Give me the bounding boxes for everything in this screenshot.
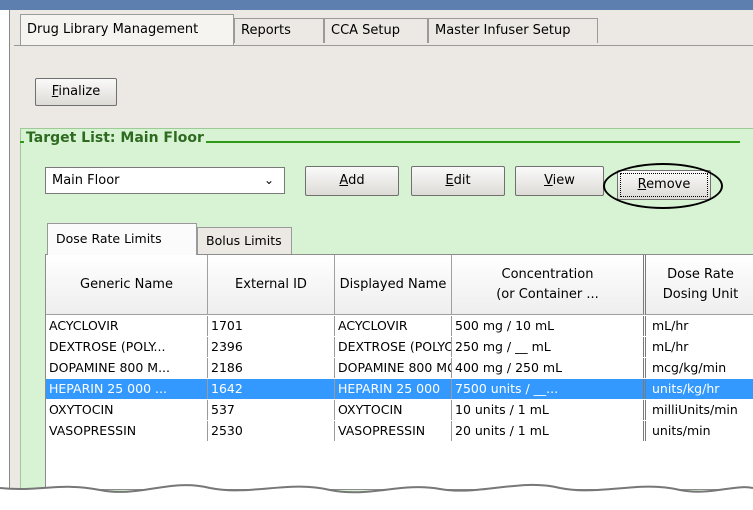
tab-master-infuser-setup[interactable]: Master Infuser Setup bbox=[428, 18, 598, 43]
table-row[interactable]: DEXTROSE (POLY... 2396 DEXTROSE (POLYO 250 … bbox=[46, 337, 753, 357]
drug-table: Generic Name External ID Displayed Name … bbox=[45, 254, 753, 490]
cell-external-id: 1642 bbox=[208, 379, 335, 399]
cell-concentration: 10 units / 1 mL bbox=[452, 400, 646, 420]
add-button-label: Add bbox=[339, 173, 365, 188]
cell-generic-name: DEXTROSE (POLY... bbox=[46, 337, 208, 357]
target-list-select-value: Main Floor bbox=[52, 173, 120, 188]
tab-bolus-limits[interactable]: Bolus Limits bbox=[197, 227, 292, 254]
cell-concentration: 400 mg / 250 mL bbox=[452, 358, 646, 378]
cell-dose-rate-unit: mcg/kg/min bbox=[649, 358, 753, 378]
cell-displayed-name: ACYCLOVIR bbox=[335, 316, 452, 336]
view-button[interactable]: View bbox=[515, 166, 604, 196]
cell-dose-rate-unit: units/min bbox=[649, 421, 753, 441]
edit-button[interactable]: Edit bbox=[411, 166, 505, 196]
table-row[interactable]: HEPARIN 25 000 ... 1642 HEPARIN 25 000 7500… bbox=[46, 379, 753, 399]
cell-concentration: 20 units / 1 mL bbox=[452, 421, 646, 441]
cell-displayed-name: DOPAMINE 800 MG bbox=[335, 358, 452, 378]
cell-generic-name: ACYCLOVIR bbox=[46, 316, 208, 336]
cell-generic-name: VASOPRESSIN bbox=[46, 421, 208, 441]
cell-dose-rate-unit: units/kg/hr bbox=[649, 379, 753, 399]
target-list-select[interactable]: Main Floor ⌄ bbox=[45, 167, 285, 194]
window-top-edge bbox=[0, 0, 753, 10]
cell-displayed-name: DEXTROSE (POLYO bbox=[335, 337, 452, 357]
cell-generic-name: HEPARIN 25 000 ... bbox=[46, 379, 208, 399]
view-button-label: View bbox=[544, 173, 575, 188]
column-header-external-id[interactable]: External ID bbox=[208, 255, 335, 315]
table-row[interactable]: VASOPRESSIN 2530 VASOPRESSIN 20 units / 1 m… bbox=[46, 421, 753, 441]
cell-dose-rate-unit: mL/hr bbox=[649, 316, 753, 336]
cell-concentration: 7500 units / __... bbox=[452, 379, 646, 399]
column-header-displayed-name[interactable]: Displayed Name bbox=[335, 255, 452, 315]
finalize-button-label: Finalize bbox=[51, 84, 101, 99]
tab-cca-setup[interactable]: CCA Setup bbox=[324, 18, 428, 43]
cell-generic-name: OXYTOCIN bbox=[46, 400, 208, 420]
cell-displayed-name: HEPARIN 25 000 bbox=[335, 379, 452, 399]
highlight-ellipse bbox=[603, 163, 723, 209]
cell-dose-rate-unit: mL/hr bbox=[649, 337, 753, 357]
cell-concentration: 250 mg / __ mL bbox=[452, 337, 646, 357]
column-header-dose-rate-unit[interactable]: Dose Rate Dosing Unit bbox=[646, 255, 753, 315]
table-row[interactable]: OXYTOCIN 537 OXYTOCIN 10 units / 1 mL milliU… bbox=[46, 400, 753, 420]
tab-divider bbox=[14, 45, 753, 46]
edit-button-label: Edit bbox=[445, 173, 471, 188]
chevron-down-icon: ⌄ bbox=[263, 173, 274, 187]
table-row[interactable]: DOPAMINE 800 M... 2186 DOPAMINE 800 MG 400 … bbox=[46, 358, 753, 378]
cell-concentration: 500 mg / 10 mL bbox=[452, 316, 646, 336]
cell-dose-rate-unit: milliUnits/min bbox=[649, 400, 753, 420]
tab-dose-rate-limits[interactable]: Dose Rate Limits bbox=[47, 223, 197, 255]
cell-external-id: 537 bbox=[208, 400, 335, 420]
group-title: Target List: Main Floor bbox=[24, 130, 206, 146]
table-row[interactable]: ACYCLOVIR 1701 ACYCLOVIR 500 mg / 10 mL mL/h… bbox=[46, 316, 753, 336]
torn-edge bbox=[0, 483, 753, 510]
cell-generic-name: DOPAMINE 800 M... bbox=[46, 358, 208, 378]
cell-external-id: 2396 bbox=[208, 337, 335, 357]
tab-reports[interactable]: Reports bbox=[234, 18, 324, 43]
finalize-button[interactable]: Finalize bbox=[35, 78, 117, 106]
cell-displayed-name: VASOPRESSIN bbox=[335, 421, 452, 441]
cell-external-id: 2530 bbox=[208, 421, 335, 441]
cell-external-id: 2186 bbox=[208, 358, 335, 378]
tab-drug-library-management[interactable]: Drug Library Management bbox=[20, 14, 234, 45]
add-button[interactable]: Add bbox=[305, 166, 399, 196]
cell-displayed-name: OXYTOCIN bbox=[335, 400, 452, 420]
cell-external-id: 1701 bbox=[208, 316, 335, 336]
column-header-concentration[interactable]: Concentration (or Container ... bbox=[452, 255, 646, 315]
column-header-generic-name[interactable]: Generic Name bbox=[46, 255, 208, 315]
